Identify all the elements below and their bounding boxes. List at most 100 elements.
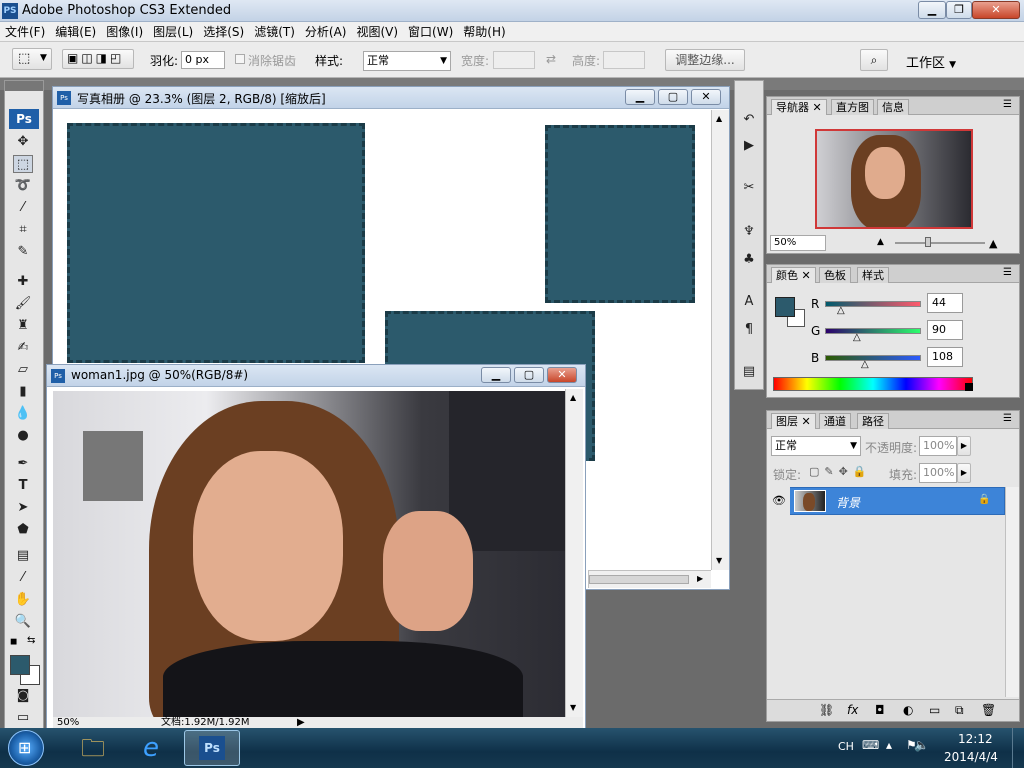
zoom-in-icon[interactable]: ▲	[989, 237, 997, 250]
doc2-close-button[interactable]: ✕	[547, 367, 577, 383]
zoom-tool-icon[interactable]: 🔍	[13, 613, 33, 631]
doc2-maximize-button[interactable]: ▢	[514, 367, 544, 383]
layers-scrollbar[interactable]	[1005, 487, 1019, 697]
slice-tool-icon[interactable]: ✎	[13, 243, 33, 261]
gradient-tool-icon[interactable]: ▮	[13, 383, 33, 401]
lasso-tool-icon[interactable]: ➰	[13, 177, 33, 195]
color-fg-swatch[interactable]	[775, 297, 795, 317]
doc2-minimize-button[interactable]: ▁	[481, 367, 511, 383]
tab-styles[interactable]: 样式	[857, 267, 889, 283]
fill-arrow-icon[interactable]: ▶	[957, 463, 971, 483]
doc1-close-button[interactable]: ✕	[691, 89, 721, 105]
keyboard-icon[interactable]: ⌨	[862, 738, 879, 752]
clone-source-icon[interactable]: ♣	[739, 251, 759, 269]
ie-taskbar-icon[interactable]: e	[124, 730, 178, 766]
menu-analysis[interactable]: 分析(A)	[300, 22, 352, 42]
menu-window[interactable]: 窗口(W)	[403, 22, 458, 42]
tray-arrow-icon[interactable]: ▴	[886, 738, 892, 752]
r-value-input[interactable]: 44	[927, 293, 963, 313]
b-slider[interactable]	[825, 355, 921, 361]
menu-image[interactable]: 图像(I)	[101, 22, 148, 42]
tab-color[interactable]: 颜色 ✕	[771, 267, 816, 283]
quick-mask-icon[interactable]: ◙	[13, 687, 33, 705]
brush-tool-icon[interactable]: 🖌	[13, 295, 33, 313]
notes-tool-icon[interactable]: ▤	[13, 547, 33, 565]
menu-view[interactable]: 视图(V)	[351, 22, 403, 42]
eyedropper-icon[interactable]: ⁄	[13, 569, 33, 587]
b-value-input[interactable]: 108	[927, 347, 963, 367]
opacity-arrow-icon[interactable]: ▶	[957, 436, 971, 456]
trash-icon[interactable]: 🗑	[981, 703, 996, 717]
clock-date[interactable]: 2014/4/4	[944, 750, 998, 764]
maximize-button[interactable]: ❐	[946, 1, 972, 19]
foreground-color-swatch[interactable]	[10, 655, 30, 675]
opacity-input[interactable]: 100%	[919, 436, 957, 456]
layer-visibility-eye-icon[interactable]: 👁	[768, 487, 790, 515]
fill-input[interactable]: 100%	[919, 463, 957, 483]
new-group-icon[interactable]: ▭	[929, 703, 940, 717]
navigator-thumbnail[interactable]	[815, 129, 973, 229]
doc1-vertical-scrollbar[interactable]: ▲ ▼	[711, 110, 729, 570]
panel-menu-icon[interactable]: ☰	[1003, 413, 1012, 424]
link-layers-icon[interactable]: ⛓	[819, 703, 834, 717]
close-button[interactable]: ✕	[972, 1, 1020, 19]
type-tool-icon[interactable]: T	[13, 477, 33, 495]
layer-comps-icon[interactable]: ▤	[739, 363, 759, 381]
tool-preset-picker[interactable]: ⬚ ▼	[12, 48, 52, 70]
blend-mode-select[interactable]: 正常 ▼	[771, 436, 861, 456]
tab-histogram[interactable]: 直方图	[831, 99, 874, 115]
spectrum-black-swatch[interactable]	[965, 383, 973, 391]
doc1-maximize-button[interactable]: ▢	[658, 89, 688, 105]
scroll-thumb[interactable]	[589, 575, 689, 584]
refine-edge-button[interactable]: 调整边缘...	[665, 49, 745, 71]
default-colors-icon[interactable]: ◼	[10, 637, 17, 647]
layer-mask-icon[interactable]: ◘	[875, 703, 885, 717]
doc1-minimize-button[interactable]: ▁	[625, 89, 655, 105]
g-value-input[interactable]: 90	[927, 320, 963, 340]
menu-help[interactable]: 帮助(H)	[458, 22, 510, 42]
paragraph-panel-icon[interactable]: ¶	[739, 321, 759, 339]
color-spectrum-bar[interactable]	[773, 377, 973, 391]
doc1-titlebar[interactable]: Ps 写真相册 @ 23.3% (图层 2, RGB/8) [缩放后] ▁ ▢ …	[53, 87, 729, 109]
menu-edit[interactable]: 编辑(E)	[50, 22, 101, 42]
swap-icon[interactable]: ⇄	[546, 52, 556, 66]
pen-tool-icon[interactable]: ✒	[13, 455, 33, 473]
character-panel-icon[interactable]: A	[739, 293, 759, 311]
selection-mode-buttons[interactable]: ▣◫◨◰	[62, 49, 134, 69]
volume-icon[interactable]: 🔈	[914, 738, 929, 752]
doc2-titlebar[interactable]: Ps woman1.jpg @ 50%(RGB/8#) ▁ ▢ ✕	[47, 365, 585, 387]
fx-icon[interactable]: fx	[847, 703, 858, 717]
b-slider-thumb[interactable]: △	[861, 359, 869, 370]
tab-navigator[interactable]: 导航器 ✕	[771, 99, 827, 115]
doc2-vertical-scrollbar[interactable]: ▲ ▼	[565, 389, 583, 717]
r-slider-thumb[interactable]: △	[837, 305, 845, 316]
menu-select[interactable]: 选择(S)	[198, 22, 249, 42]
healing-brush-icon[interactable]: ✚	[13, 273, 33, 291]
tab-info[interactable]: 信息	[877, 99, 909, 115]
workspace-menu[interactable]: 工作区 ▼	[906, 52, 956, 71]
minimize-button[interactable]: ▁	[918, 1, 946, 19]
clone-stamp-icon[interactable]: ♜	[13, 317, 33, 335]
tab-channels[interactable]: 通道	[819, 413, 851, 429]
new-layer-icon[interactable]: ⧉	[955, 703, 964, 718]
style-select[interactable]: 正常 ▼	[363, 51, 451, 71]
menu-layer[interactable]: 图层(L)	[148, 22, 198, 42]
history-brush-icon[interactable]: ✍	[13, 339, 33, 357]
panel-menu-icon[interactable]: ☰	[1003, 267, 1012, 278]
tab-layers[interactable]: 图层 ✕	[771, 413, 816, 429]
zoom-slider-thumb[interactable]	[925, 237, 931, 247]
navigator-zoom-input[interactable]: 50%	[770, 235, 826, 251]
show-desktop-button[interactable]	[1012, 728, 1024, 768]
hand-tool-icon[interactable]: ✋	[13, 591, 33, 609]
lock-icons[interactable]: ▢✎✥🔒	[809, 465, 872, 478]
layer-name[interactable]: 背景	[836, 494, 860, 511]
g-slider-thumb[interactable]: △	[853, 332, 861, 343]
marquee-tool-icon[interactable]: ⬚	[13, 155, 33, 173]
photoshop-taskbar-button[interactable]: Ps	[184, 730, 240, 766]
tab-swatches[interactable]: 色板	[819, 267, 851, 283]
menu-filter[interactable]: 滤镜(T)	[249, 22, 300, 42]
explorer-taskbar-icon[interactable]: 🗀	[66, 730, 120, 766]
eraser-tool-icon[interactable]: ▱	[13, 361, 33, 379]
dodge-tool-icon[interactable]: ●	[13, 427, 33, 445]
panel-menu-icon[interactable]: ☰	[1003, 99, 1012, 110]
